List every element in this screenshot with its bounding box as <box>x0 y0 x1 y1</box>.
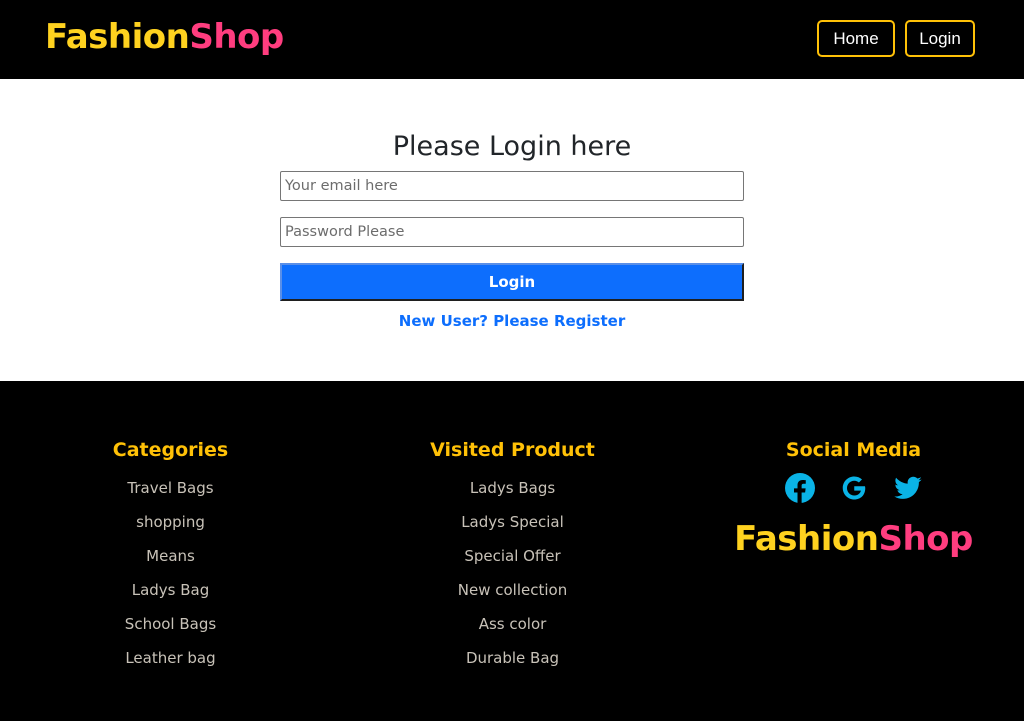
google-icon[interactable] <box>839 473 869 503</box>
category-link[interactable]: Leather bag <box>50 641 291 675</box>
footer-brand-part1: Fashion <box>734 519 879 559</box>
login-title: Please Login here <box>392 131 632 162</box>
visited-product-link[interactable]: Ladys Bags <box>392 471 633 505</box>
social-media-heading: Social Media <box>785 439 922 461</box>
email-input[interactable] <box>280 171 744 201</box>
visited-product-heading: Visited Product <box>430 439 595 461</box>
register-link[interactable]: New User? Please Register <box>0 311 1024 331</box>
footer-social-media: Social Media FashionShop <box>733 438 974 561</box>
visited-product-link[interactable]: Special Offer <box>392 539 633 573</box>
footer-categories: Categories Travel Bags shopping Means La… <box>50 438 291 675</box>
footer: Categories Travel Bags shopping Means La… <box>0 381 1024 721</box>
category-link[interactable]: School Bags <box>50 607 291 641</box>
login-section: Please Login here Login New User? Please… <box>0 79 1024 381</box>
facebook-icon[interactable] <box>784 473 815 503</box>
brand-name-part2: Shop <box>189 17 284 57</box>
visited-product-link[interactable]: New collection <box>392 573 633 607</box>
nav-login-button[interactable]: Login <box>905 20 975 57</box>
footer-brand-logo: FashionShop <box>733 517 974 561</box>
password-input[interactable] <box>280 217 744 247</box>
visited-product-link[interactable]: Durable Bag <box>392 641 633 675</box>
category-link[interactable]: shopping <box>50 505 291 539</box>
category-link[interactable]: Ladys Bag <box>50 573 291 607</box>
visited-product-link[interactable]: Ladys Special <box>392 505 633 539</box>
login-submit-button[interactable]: Login <box>280 263 744 301</box>
social-icons <box>733 471 974 505</box>
footer-visited-product: Visited Product Ladys Bags Ladys Special… <box>392 438 633 675</box>
brand-logo[interactable]: FashionShop <box>45 15 284 59</box>
visited-product-link[interactable]: Ass color <box>392 607 633 641</box>
categories-heading: Categories <box>112 439 229 461</box>
twitter-icon[interactable] <box>893 473 923 503</box>
nav-home-button[interactable]: Home <box>817 20 895 57</box>
category-link[interactable]: Means <box>50 539 291 573</box>
brand-name-part1: Fashion <box>45 17 190 57</box>
navbar: FashionShop Home Login <box>0 0 1024 79</box>
category-link[interactable]: Travel Bags <box>50 471 291 505</box>
footer-brand-part2: Shop <box>878 519 973 559</box>
